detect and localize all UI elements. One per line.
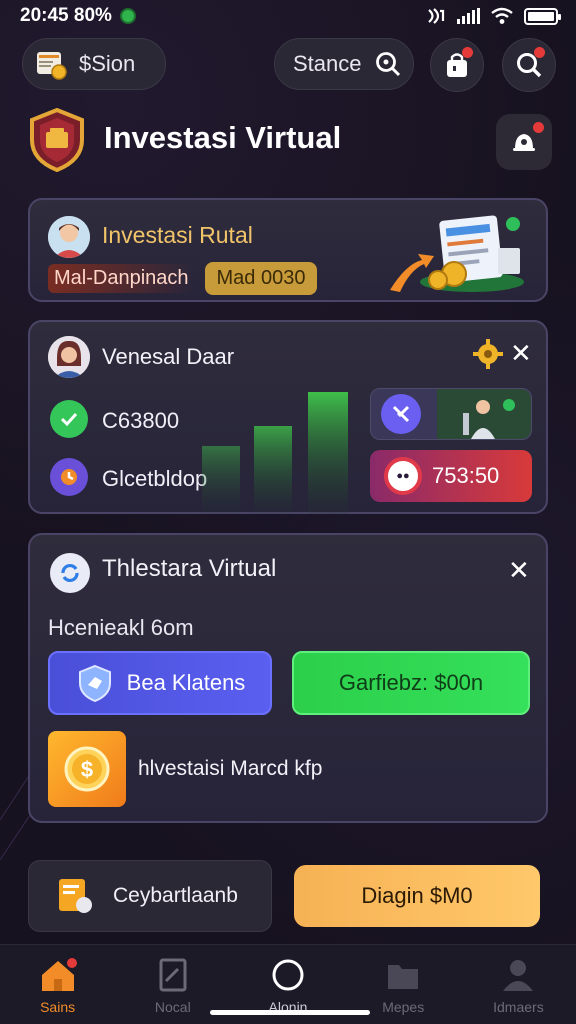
circle-icon [272, 959, 304, 991]
svg-text:$: $ [81, 757, 93, 782]
coin-label: hlvestaisi Marcd kfp [138, 757, 323, 780]
actions-card[interactable]: Thlestara Virtual ✕ Hcenieakl 6om Bea Kl… [28, 533, 548, 823]
status-bar: 20:45 80% [0, 0, 576, 32]
balance-tile-value: 753:50 [432, 463, 500, 488]
shield-icon [78, 664, 111, 703]
x-logo-icon [381, 394, 421, 434]
secondary-action-button[interactable]: Garfiebz: $00n [292, 651, 530, 715]
notification-dot [533, 122, 544, 133]
portfolio-label: Glcetbldop [102, 466, 208, 491]
nav-label: Nocal [154, 999, 191, 1015]
primary-action-button[interactable]: Bea Klatens [48, 651, 272, 715]
avatar-icon [48, 216, 90, 258]
wallet-icon [37, 52, 67, 80]
top-bar: $Sion Stance [22, 38, 556, 92]
folder-icon [388, 965, 419, 989]
primary-action-label: Bea Klatens [126, 670, 246, 695]
page-title: Investasi Virtual [104, 120, 342, 155]
balance-tile[interactable]: ●● 753:50 [370, 450, 532, 502]
status-app-icon [119, 8, 136, 24]
bag-button[interactable] [430, 38, 484, 92]
promo-tag-secondary[interactable]: Mad 0030 [204, 262, 318, 295]
home-icon [41, 958, 77, 991]
nav-label: Idmaers [493, 999, 544, 1015]
promo-tag-primary: Mal-Danpinach [48, 264, 195, 293]
document-icon [59, 879, 92, 913]
nav-label: Mepes [382, 999, 425, 1015]
document-coins-icon [390, 215, 524, 292]
actions-title: Thlestara Virtual [102, 555, 277, 582]
portfolio-title: Venesal Daar [102, 344, 235, 369]
wifi-icon [491, 7, 513, 24]
bottom-left-label: Ceybartlaanb [113, 884, 238, 907]
status-time: 20:45 80% [20, 5, 112, 26]
signal-icon [457, 8, 480, 24]
check-icon [50, 400, 88, 438]
promo-title: Investasi Rutal [102, 222, 253, 248]
notification-dot [462, 47, 473, 58]
notification-dot [534, 47, 545, 58]
document-icon [159, 958, 187, 992]
search-label: Stance [293, 51, 362, 76]
page-header: Investasi Virtual [28, 108, 552, 174]
search-icon [375, 52, 400, 77]
balance-label: $Sion [79, 51, 136, 76]
dollar-coin-icon: $ [48, 731, 126, 807]
avatar-icon [48, 336, 90, 378]
nfc-icon [428, 8, 445, 24]
bottom-right-button[interactable]: Diagin $M0 [294, 865, 540, 927]
person-icon [437, 389, 531, 439]
notification-button[interactable] [496, 114, 552, 170]
actions-subtitle: Hcenieakl 6om [48, 615, 194, 640]
bottom-left-button[interactable]: Ceybartlaanb [28, 860, 272, 932]
nav-item-home[interactable]: Sains [0, 945, 115, 1024]
profile-icon [503, 960, 534, 991]
promo-card[interactable]: Investasi Rutal Mal-Danpinach Mad 0030 [28, 198, 548, 302]
close-icon[interactable]: ✕ [510, 340, 532, 366]
search-button[interactable] [502, 38, 556, 92]
shield-emblem-icon [30, 108, 84, 172]
gear-icon[interactable] [472, 338, 504, 370]
balance-pill[interactable]: $Sion [22, 38, 166, 90]
battery-icon [524, 7, 561, 25]
search-pill[interactable]: Stance [274, 38, 414, 90]
nav-label: Sains [40, 999, 76, 1015]
nav-item-profile[interactable]: Idmaers [461, 945, 576, 1024]
bottom-right-label: Diagin $M0 [361, 883, 473, 908]
growth-chart-icon [202, 392, 348, 514]
sync-icon [50, 553, 90, 593]
portfolio-value: C63800 [102, 408, 180, 433]
secondary-action-label: Garfiebz: $00n [338, 670, 484, 695]
social-tile[interactable] [370, 388, 532, 440]
record-icon: ●● [384, 457, 422, 495]
clock-icon [50, 458, 88, 496]
close-icon[interactable]: ✕ [508, 557, 530, 583]
home-indicator [210, 1010, 370, 1015]
portfolio-card[interactable]: Venesal Daar ✕ C63800 Glcetbldop ●● 753:… [28, 320, 548, 514]
